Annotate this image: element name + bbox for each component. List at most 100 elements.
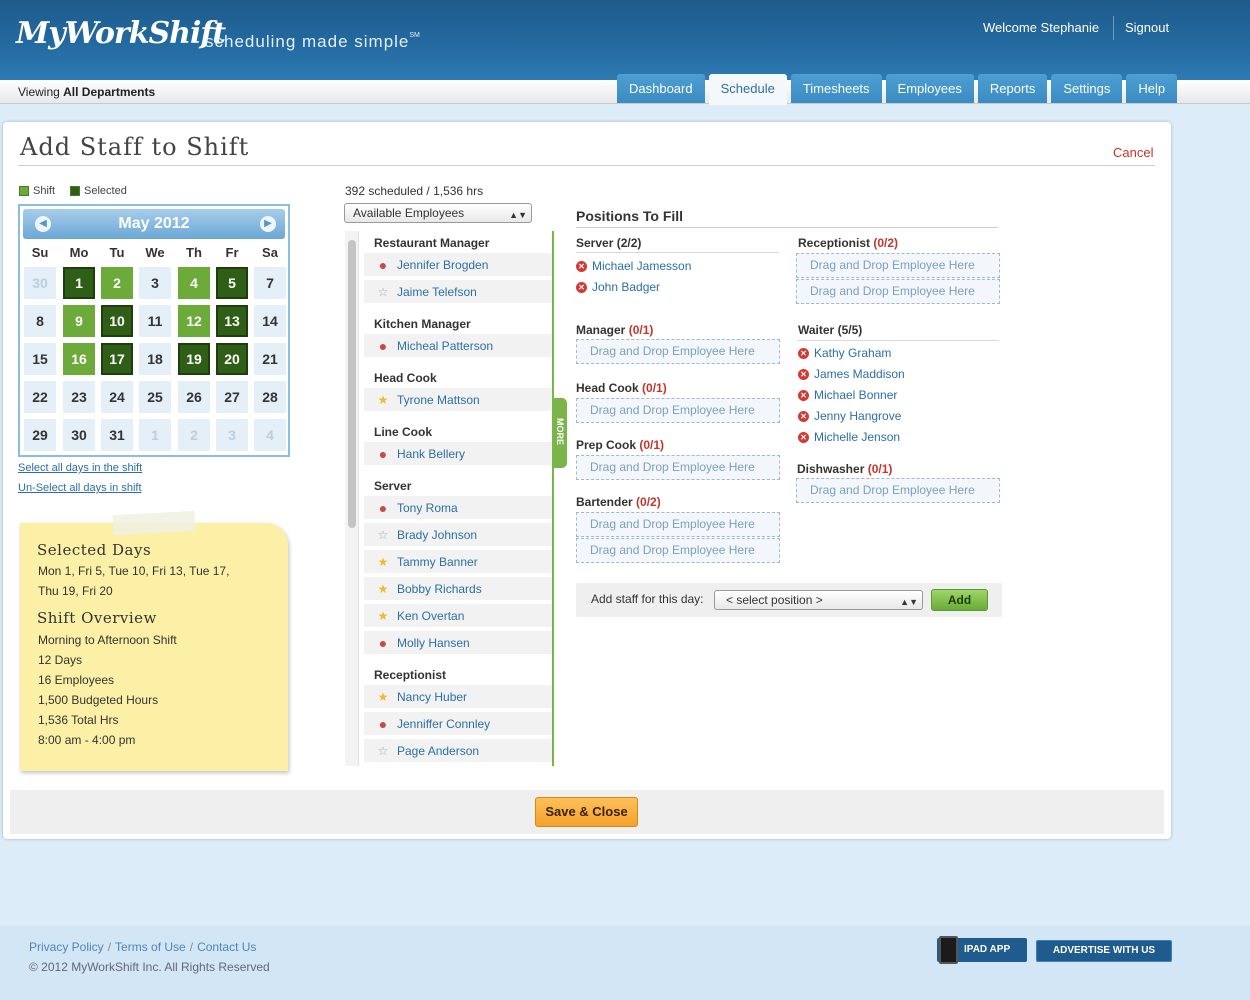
assigned-employee[interactable]: ✕ Michael Bonner bbox=[798, 388, 897, 402]
calendar-day[interactable]: 2 bbox=[101, 267, 133, 299]
calendar-day[interactable]: 12 bbox=[178, 305, 210, 337]
tab-reports[interactable]: Reports bbox=[977, 74, 1048, 103]
calendar-day-outside[interactable]: 4 bbox=[254, 419, 286, 451]
calendar-day[interactable]: 29 bbox=[24, 419, 56, 451]
calendar-day[interactable]: 25 bbox=[139, 381, 171, 413]
employee-row[interactable]: ★ Ken Overtan bbox=[364, 604, 552, 627]
assigned-employee[interactable]: ✕ Michael Jamesson bbox=[576, 259, 691, 273]
calendar-day[interactable]: 16 bbox=[63, 343, 95, 375]
assigned-employee[interactable]: ✕ Kathy Graham bbox=[798, 346, 891, 360]
calendar-day[interactable]: 28 bbox=[254, 381, 286, 413]
calendar-day[interactable]: 22 bbox=[24, 381, 56, 413]
position-name: Bartender bbox=[576, 495, 633, 509]
terms-of-use-link[interactable]: Terms of Use bbox=[115, 940, 186, 954]
save-close-button[interactable]: Save & Close bbox=[535, 797, 638, 827]
calendar-day[interactable]: 30 bbox=[63, 419, 95, 451]
tab-schedule[interactable]: Schedule bbox=[708, 74, 787, 105]
calendar-day[interactable]: 14 bbox=[254, 305, 286, 337]
calendar-day-outside[interactable]: 1 bbox=[139, 419, 171, 451]
calendar-day-outside[interactable]: 2 bbox=[178, 419, 210, 451]
employee-row[interactable]: ☆ Page Anderson bbox=[364, 739, 552, 762]
calendar-day[interactable]: 5 bbox=[216, 267, 248, 299]
drop-zone[interactable]: Drag and Drop Employee Here bbox=[576, 398, 780, 423]
tab-timesheets[interactable]: Timesheets bbox=[790, 74, 882, 103]
assigned-employee[interactable]: ✕ Jenny Hangrove bbox=[798, 409, 901, 423]
calendar-day[interactable]: 7 bbox=[254, 267, 286, 299]
assigned-employee[interactable]: ✕ James Maddison bbox=[798, 367, 905, 381]
calendar-day[interactable]: 19 bbox=[178, 343, 210, 375]
position-count: (0/2) bbox=[873, 236, 899, 250]
drop-zone[interactable]: Drag and Drop Employee Here bbox=[576, 339, 780, 364]
employee-row[interactable]: ★ Tammy Banner bbox=[364, 550, 552, 573]
tab-employees[interactable]: Employees bbox=[885, 74, 974, 103]
remove-icon[interactable]: ✕ bbox=[576, 260, 587, 272]
calendar-day[interactable]: 9 bbox=[63, 305, 95, 337]
scrollbar-thumb[interactable] bbox=[348, 240, 356, 528]
contact-us-link[interactable]: Contact Us bbox=[197, 940, 256, 954]
assigned-employee[interactable]: ✕ Michelle Jenson bbox=[798, 430, 900, 444]
logo[interactable]: MyWorkShift bbox=[16, 16, 226, 51]
assigned-employee[interactable]: ✕ John Badger bbox=[576, 280, 660, 294]
calendar-day[interactable]: 21 bbox=[254, 343, 286, 375]
drop-zone[interactable]: Drag and Drop Employee Here bbox=[796, 253, 1000, 278]
calendar-day[interactable]: 4 bbox=[178, 267, 210, 299]
calendar-day[interactable]: 1 bbox=[63, 267, 95, 299]
next-month-icon[interactable]: ▶ bbox=[260, 216, 276, 232]
remove-icon[interactable]: ✕ bbox=[798, 410, 809, 422]
calendar-day[interactable]: 11 bbox=[139, 305, 171, 337]
calendar-day-outside[interactable]: 30 bbox=[24, 267, 56, 299]
welcome-text: Welcome Stephanie bbox=[983, 20, 1100, 35]
cancel-link[interactable]: Cancel bbox=[1113, 145, 1153, 160]
employee-row[interactable]: ● Jennifer Brogden bbox=[364, 253, 552, 276]
employee-row[interactable]: ★ Nancy Huber bbox=[364, 685, 552, 708]
employee-row[interactable]: ● Hank Bellery bbox=[364, 442, 552, 465]
calendar-day[interactable]: 13 bbox=[216, 305, 248, 337]
remove-icon[interactable]: ✕ bbox=[798, 431, 809, 443]
calendar-day[interactable]: 26 bbox=[178, 381, 210, 413]
calendar-day[interactable]: 18 bbox=[139, 343, 171, 375]
drop-zone[interactable]: Drag and Drop Employee Here bbox=[576, 512, 780, 537]
employee-row[interactable]: ● Molly Hansen bbox=[364, 631, 552, 654]
remove-icon[interactable]: ✕ bbox=[798, 389, 809, 401]
tagline-text: scheduling made simple bbox=[205, 32, 410, 51]
privacy-policy-link[interactable]: Privacy Policy bbox=[29, 940, 104, 954]
drop-zone[interactable]: Drag and Drop Employee Here bbox=[576, 538, 780, 563]
calendar-day[interactable]: 23 bbox=[63, 381, 95, 413]
remove-icon[interactable]: ✕ bbox=[798, 347, 809, 359]
employee-row[interactable]: ★ Tyrone Mattson bbox=[364, 388, 552, 411]
calendar-day[interactable]: 8 bbox=[24, 305, 56, 337]
calendar-day-outside[interactable]: 3 bbox=[216, 419, 248, 451]
calendar-day[interactable]: 10 bbox=[101, 305, 133, 337]
calendar-day[interactable]: 3 bbox=[139, 267, 171, 299]
employee-row[interactable]: ☆ Jaime Telefson bbox=[364, 280, 552, 303]
add-button[interactable]: Add bbox=[931, 589, 988, 611]
legend-shift-label: Shift bbox=[33, 185, 56, 197]
employee-row[interactable]: ● Jenniffer Connley bbox=[364, 712, 552, 735]
employee-filter-select[interactable]: Available Employees ▲▼ bbox=[344, 203, 532, 223]
remove-icon[interactable]: ✕ bbox=[576, 281, 587, 293]
tab-dashboard[interactable]: Dashboard bbox=[617, 74, 705, 103]
select-all-days-link[interactable]: Select all days in the shift bbox=[18, 462, 142, 474]
employee-row[interactable]: ☆ Brady Johnson bbox=[364, 523, 552, 546]
employee-row[interactable]: ● Micheal Patterson bbox=[364, 334, 552, 357]
department-name[interactable]: All Departments bbox=[63, 85, 155, 99]
advertise-button[interactable]: ADVERTISE WITH US bbox=[1036, 940, 1172, 962]
calendar-day[interactable]: 15 bbox=[24, 343, 56, 375]
tab-help[interactable]: Help bbox=[1126, 74, 1178, 103]
calendar-day[interactable]: 24 bbox=[101, 381, 133, 413]
calendar-day[interactable]: 17 bbox=[101, 343, 133, 375]
calendar-day[interactable]: 27 bbox=[216, 381, 248, 413]
position-select[interactable]: < select position > ▲▼ bbox=[714, 590, 923, 610]
remove-icon[interactable]: ✕ bbox=[798, 368, 809, 380]
employee-row[interactable]: ★ Bobby Richards bbox=[364, 577, 552, 600]
more-toggle[interactable]: MORE bbox=[552, 398, 567, 468]
unselect-all-days-link[interactable]: Un-Select all days in shift bbox=[18, 482, 142, 494]
tab-settings[interactable]: Settings bbox=[1051, 74, 1123, 103]
drop-zone[interactable]: Drag and Drop Employee Here bbox=[796, 279, 1000, 304]
signout-link[interactable]: Signout bbox=[1125, 20, 1169, 35]
drop-zone[interactable]: Drag and Drop Employee Here bbox=[796, 478, 1000, 503]
calendar-day[interactable]: 31 bbox=[101, 419, 133, 451]
drop-zone[interactable]: Drag and Drop Employee Here bbox=[576, 455, 780, 480]
employee-row[interactable]: ● Tony Roma bbox=[364, 496, 552, 519]
calendar-day[interactable]: 20 bbox=[216, 343, 248, 375]
